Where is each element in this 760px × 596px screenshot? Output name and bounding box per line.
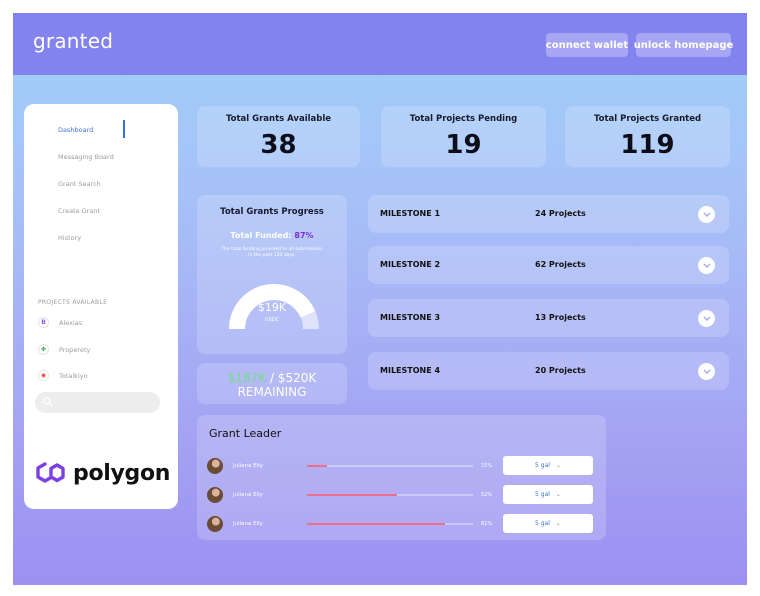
stat-card-grants-available: Total Grants Available 38 bbox=[197, 106, 360, 167]
chevron-down-icon: ⌄ bbox=[555, 520, 561, 527]
leader-amount-select[interactable]: 5 gal ⌄ bbox=[503, 485, 593, 504]
chevron-down-icon: ⌄ bbox=[555, 462, 561, 469]
chevron-down-icon[interactable] bbox=[698, 206, 715, 223]
remaining-total-amount: / $520K bbox=[266, 371, 317, 385]
total-funded-label: Total Funded: bbox=[230, 231, 292, 240]
leader-row: Juliana Elly 81% 5 gal ⌄ bbox=[207, 514, 597, 534]
chevron-down-icon[interactable] bbox=[698, 310, 715, 327]
leader-progress-fill bbox=[307, 465, 327, 467]
leader-amount-select[interactable]: 5 gal ⌄ bbox=[503, 456, 593, 475]
leader-progress-track bbox=[307, 523, 473, 525]
search-input[interactable] bbox=[35, 392, 160, 413]
chevron-down-icon[interactable] bbox=[698, 363, 715, 380]
leader-name: Juliana Elly bbox=[233, 463, 263, 469]
polygon-logo: polygon bbox=[34, 460, 170, 486]
sidebar-item-dashboard[interactable]: Dashboard bbox=[58, 126, 93, 134]
gauge-value: $19K bbox=[257, 301, 287, 314]
leader-row: Juliana Elly 15% 5 gal ⌄ bbox=[207, 456, 597, 476]
connect-wallet-button[interactable]: connect wallet bbox=[546, 33, 628, 57]
remaining-card: $187K / $520K REMAINING bbox=[197, 363, 347, 404]
properety-logo-icon: ✤ bbox=[38, 344, 49, 355]
remaining-amount: $187K / $520K bbox=[197, 371, 347, 385]
leader-row: Juliana Elly 52% 5 gal ⌄ bbox=[207, 485, 597, 505]
project-label: Totalkiyo bbox=[59, 371, 88, 380]
project-label: Alexias bbox=[59, 318, 83, 327]
active-nav-indicator bbox=[123, 120, 125, 138]
avatar bbox=[207, 516, 223, 532]
milestone-name: MILESTONE 1 bbox=[380, 209, 441, 218]
grants-progress-card: Total Grants Progress Total Funded: 87% … bbox=[197, 195, 347, 354]
polygon-mark-icon bbox=[36, 462, 65, 483]
sidebar-item-history[interactable]: History bbox=[58, 234, 81, 242]
search-icon bbox=[43, 397, 53, 407]
avatar bbox=[207, 487, 223, 503]
stat-value: 19 bbox=[445, 130, 482, 160]
milestone-projects: 13 Projects bbox=[535, 313, 586, 322]
grant-leader-title: Grant Leader bbox=[209, 427, 282, 440]
chevron-down-icon[interactable] bbox=[698, 257, 715, 274]
milestone-row[interactable]: MILESTONE 1 24 Projects bbox=[368, 195, 729, 233]
milestone-projects: 24 Projects bbox=[535, 209, 586, 218]
polygon-logo-text: polygon bbox=[73, 460, 171, 486]
gauge-unit: USDC bbox=[264, 317, 280, 323]
chevron-down-icon: ⌄ bbox=[555, 491, 561, 498]
stat-label: Total Grants Available bbox=[225, 114, 332, 124]
leader-percent: 15% bbox=[481, 463, 493, 469]
project-item-totalkiyo[interactable]: ◉ Totalkiyo bbox=[38, 370, 88, 381]
progress-title: Total Grants Progress bbox=[220, 207, 324, 217]
stat-card-projects-pending: Total Projects Pending 19 bbox=[381, 106, 546, 167]
remaining-funded-amount: $187K bbox=[227, 371, 267, 385]
leader-percent: 81% bbox=[481, 521, 493, 527]
stat-label: Total Projects Pending bbox=[409, 114, 518, 124]
milestone-name: MILESTONE 3 bbox=[380, 313, 441, 322]
project-item-properety[interactable]: ✤ Properety bbox=[38, 344, 90, 355]
app-window: granted connect wallet unlock homepage D… bbox=[13, 13, 747, 585]
progress-description: The total funding provided to all submis… bbox=[221, 247, 323, 259]
total-funded-line: Total Funded: 87% bbox=[197, 231, 347, 240]
leader-name: Juliana Elly bbox=[233, 521, 263, 527]
stat-value: 38 bbox=[260, 130, 297, 160]
brand-title: granted bbox=[33, 29, 114, 53]
milestone-row[interactable]: MILESTONE 2 62 Projects bbox=[368, 246, 729, 284]
leader-amount-value: 5 gal bbox=[535, 462, 550, 469]
alexias-logo-icon: B bbox=[38, 317, 49, 328]
project-label: Properety bbox=[59, 345, 91, 354]
sidebar-item-create-grant[interactable]: Create Grant bbox=[58, 207, 100, 215]
leader-name: Juliana Elly bbox=[233, 492, 263, 498]
milestone-name: MILESTONE 4 bbox=[380, 366, 441, 375]
stat-value: 119 bbox=[620, 130, 675, 160]
avatar bbox=[207, 458, 223, 474]
milestone-projects: 62 Projects bbox=[535, 260, 586, 269]
milestone-row[interactable]: MILESTONE 3 13 Projects bbox=[368, 299, 729, 337]
stat-label: Total Projects Granted bbox=[593, 114, 702, 124]
remaining-label: REMAINING bbox=[237, 385, 307, 399]
sidebar: Dashboard Messaging Board Grant Search C… bbox=[24, 104, 178, 509]
unlock-homepage-button[interactable]: unlock homepage bbox=[634, 33, 733, 57]
milestone-projects: 20 Projects bbox=[535, 366, 586, 375]
top-bar: granted connect wallet unlock homepage bbox=[13, 13, 747, 75]
total-funded-percent: 87% bbox=[294, 231, 314, 240]
leader-progress-track bbox=[307, 494, 473, 496]
sidebar-item-messaging-board[interactable]: Messaging Board bbox=[58, 153, 114, 161]
stat-card-projects-granted: Total Projects Granted 119 bbox=[565, 106, 730, 167]
project-item-alexias[interactable]: B Alexias bbox=[38, 317, 82, 328]
projects-available-heading: PROJECTS AVAILABLE bbox=[38, 299, 108, 306]
leader-progress-fill bbox=[307, 523, 445, 525]
milestone-row[interactable]: MILESTONE 4 20 Projects bbox=[368, 352, 729, 390]
leader-amount-value: 5 gal bbox=[535, 520, 550, 527]
leader-progress-track bbox=[307, 465, 473, 467]
leader-amount-select[interactable]: 5 gal ⌄ bbox=[503, 514, 593, 533]
leader-percent: 52% bbox=[481, 492, 493, 498]
grant-leader-card: Grant Leader Juliana Elly 15% 5 gal ⌄ Jul… bbox=[197, 415, 606, 540]
leader-progress-fill bbox=[307, 494, 397, 496]
leader-amount-value: 5 gal bbox=[535, 491, 550, 498]
totalkiyo-logo-icon: ◉ bbox=[38, 370, 49, 381]
sidebar-item-grant-search[interactable]: Grant Search bbox=[58, 180, 101, 188]
milestone-name: MILESTONE 2 bbox=[380, 260, 441, 269]
